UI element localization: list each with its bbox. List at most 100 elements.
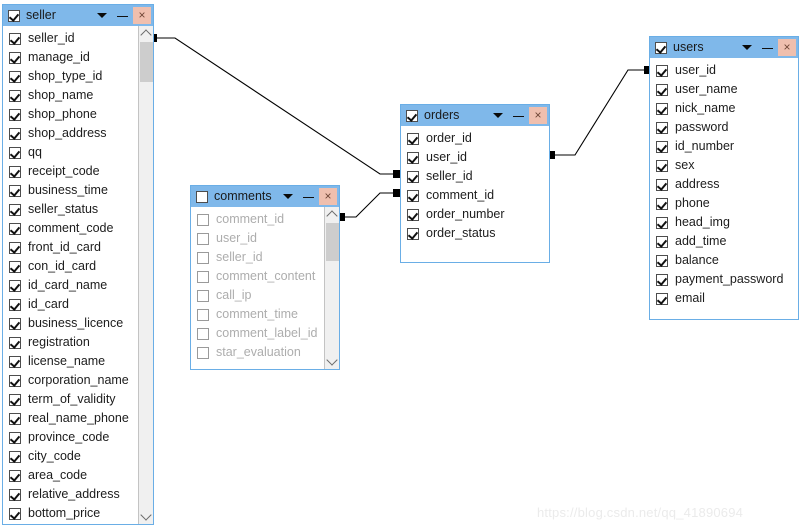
column-checkbox[interactable] <box>656 235 668 248</box>
column-checkbox[interactable] <box>9 241 21 254</box>
chevron-down-icon[interactable] <box>97 13 107 18</box>
column-checkbox[interactable] <box>656 102 668 115</box>
column-row[interactable]: id_card <box>3 295 153 314</box>
column-row[interactable]: comment_id <box>191 210 339 229</box>
column-checkbox[interactable] <box>9 374 21 387</box>
column-row[interactable]: balance <box>650 251 798 270</box>
column-checkbox[interactable] <box>656 216 668 229</box>
column-row[interactable]: seller_id <box>191 248 339 267</box>
table-select-checkbox-users[interactable] <box>655 41 667 54</box>
column-checkbox[interactable] <box>656 140 668 153</box>
column-checkbox[interactable] <box>197 270 209 283</box>
close-icon[interactable]: × <box>133 7 151 24</box>
column-row[interactable]: user_name <box>650 80 798 99</box>
column-checkbox[interactable] <box>197 327 209 340</box>
column-row[interactable]: shop_type_id <box>3 67 153 86</box>
column-row[interactable]: order_status <box>401 224 549 243</box>
column-checkbox[interactable] <box>9 70 21 83</box>
column-checkbox[interactable] <box>9 355 21 368</box>
column-checkbox[interactable] <box>9 203 21 216</box>
column-row[interactable]: seller_id <box>3 29 153 48</box>
column-checkbox[interactable] <box>656 121 668 134</box>
vertical-scrollbar-comments[interactable] <box>324 207 339 369</box>
scroll-down-arrow-icon[interactable] <box>139 509 153 524</box>
column-checkbox[interactable] <box>9 507 21 520</box>
column-row[interactable]: nick_name <box>650 99 798 118</box>
scroll-up-arrow-icon[interactable] <box>139 26 153 41</box>
minimize-icon[interactable] <box>302 191 315 203</box>
table-titlebar-seller[interactable]: seller × <box>3 5 153 26</box>
column-checkbox[interactable] <box>656 64 668 77</box>
column-row[interactable]: license_name <box>3 352 153 371</box>
column-checkbox[interactable] <box>407 189 419 202</box>
column-checkbox[interactable] <box>9 222 21 235</box>
column-row[interactable]: bottom_price <box>3 504 153 523</box>
column-row[interactable]: order_id <box>401 129 549 148</box>
scrollbar-thumb[interactable] <box>326 223 339 261</box>
table-titlebar-orders[interactable]: orders × <box>401 105 549 126</box>
column-row[interactable]: receipt_code <box>3 162 153 181</box>
column-row[interactable]: qq <box>3 143 153 162</box>
column-row[interactable]: email <box>650 289 798 308</box>
table-select-checkbox-comments[interactable] <box>196 190 208 203</box>
column-checkbox[interactable] <box>656 273 668 286</box>
column-checkbox[interactable] <box>656 159 668 172</box>
column-row[interactable]: order_number <box>401 205 549 224</box>
table-window-seller[interactable]: seller × seller_id manage_id shop_type_id sho… <box>2 4 154 525</box>
table-window-users[interactable]: users × user_id user_name nick_name password i… <box>649 36 799 320</box>
table-titlebar-comments[interactable]: comments × <box>191 186 339 207</box>
column-row[interactable]: comment_label_id <box>191 324 339 343</box>
table-select-checkbox-seller[interactable] <box>8 9 20 22</box>
close-icon[interactable]: × <box>319 188 337 205</box>
column-row[interactable]: seller_status <box>3 200 153 219</box>
column-checkbox[interactable] <box>197 308 209 321</box>
column-checkbox[interactable] <box>407 227 419 240</box>
column-row[interactable]: address <box>650 175 798 194</box>
column-row[interactable]: comment_time <box>191 305 339 324</box>
table-window-orders[interactable]: orders × order_id user_id seller_id comment_i… <box>400 104 550 263</box>
column-row[interactable]: call_ip <box>191 286 339 305</box>
minimize-icon[interactable] <box>512 110 525 122</box>
column-checkbox[interactable] <box>9 32 21 45</box>
scrollbar-thumb[interactable] <box>140 42 153 82</box>
column-row[interactable]: area_code <box>3 466 153 485</box>
column-checkbox[interactable] <box>9 412 21 425</box>
table-titlebar-users[interactable]: users × <box>650 37 798 58</box>
column-row[interactable]: province_code <box>3 428 153 447</box>
column-checkbox[interactable] <box>197 346 209 359</box>
column-row[interactable]: id_card_name <box>3 276 153 295</box>
column-row[interactable]: payment_password <box>650 270 798 289</box>
column-row[interactable]: id_number <box>650 137 798 156</box>
column-row[interactable]: head_img <box>650 213 798 232</box>
column-checkbox[interactable] <box>656 197 668 210</box>
column-checkbox[interactable] <box>9 51 21 64</box>
column-checkbox[interactable] <box>9 469 21 482</box>
column-row[interactable]: corporation_name <box>3 371 153 390</box>
column-row[interactable]: user_id <box>191 229 339 248</box>
column-checkbox[interactable] <box>9 165 21 178</box>
column-row[interactable]: term_of_validity <box>3 390 153 409</box>
column-row[interactable]: shop_phone <box>3 105 153 124</box>
column-row[interactable]: user_id <box>650 61 798 80</box>
chevron-down-icon[interactable] <box>742 45 752 50</box>
column-checkbox[interactable] <box>197 232 209 245</box>
column-row[interactable]: front_id_card <box>3 238 153 257</box>
column-checkbox[interactable] <box>9 393 21 406</box>
column-checkbox[interactable] <box>9 488 21 501</box>
column-row[interactable]: city_code <box>3 447 153 466</box>
column-checkbox[interactable] <box>9 146 21 159</box>
close-icon[interactable]: × <box>778 39 796 56</box>
column-checkbox[interactable] <box>9 431 21 444</box>
column-row[interactable]: sex <box>650 156 798 175</box>
column-checkbox[interactable] <box>656 254 668 267</box>
column-row[interactable]: shop_name <box>3 86 153 105</box>
column-row[interactable]: comment_content <box>191 267 339 286</box>
column-checkbox[interactable] <box>9 127 21 140</box>
minimize-icon[interactable] <box>116 10 129 22</box>
column-row[interactable]: comment_id <box>401 186 549 205</box>
column-row[interactable]: real_name_phone <box>3 409 153 428</box>
column-checkbox[interactable] <box>9 279 21 292</box>
column-checkbox[interactable] <box>9 298 21 311</box>
close-icon[interactable]: × <box>529 107 547 124</box>
column-row[interactable]: phone <box>650 194 798 213</box>
